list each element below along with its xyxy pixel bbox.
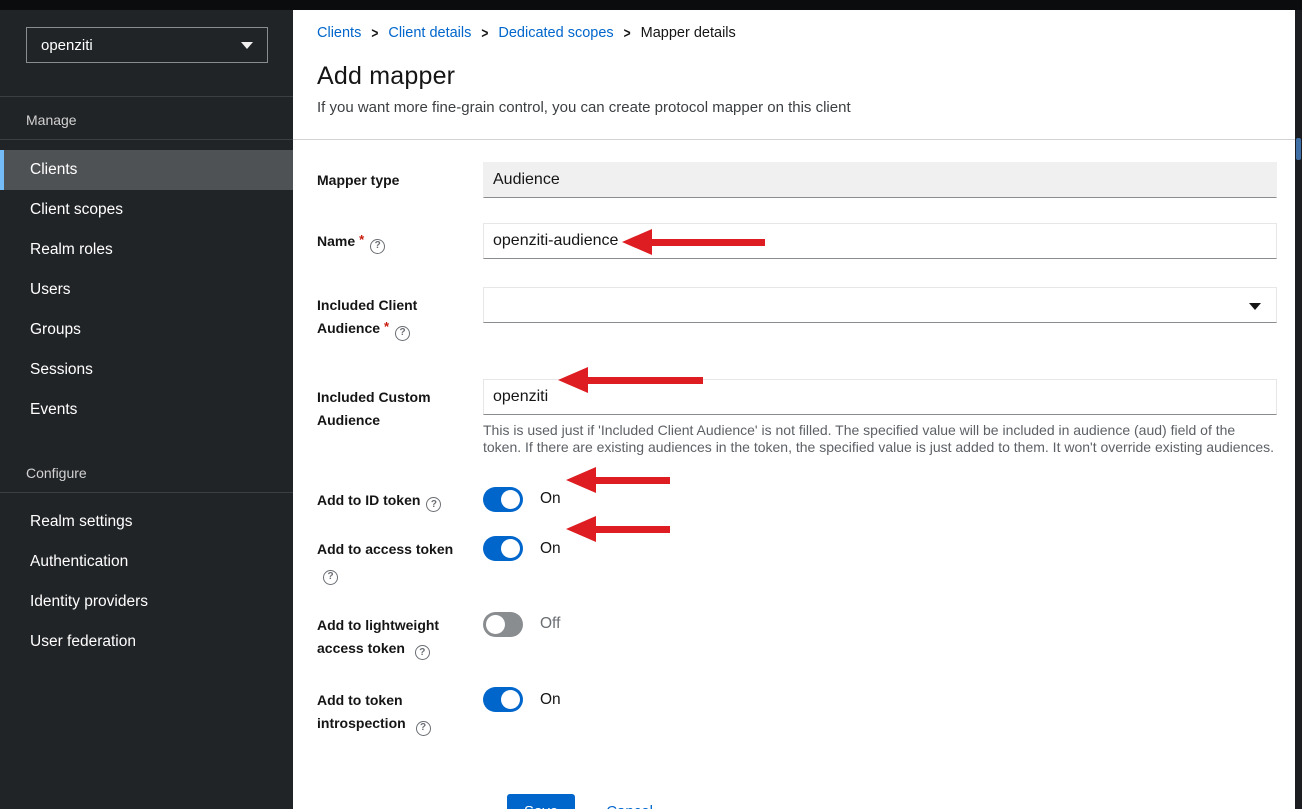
breadcrumb-separator-icon: >	[481, 24, 488, 42]
sidebar-item-events[interactable]: Events	[0, 390, 293, 430]
help-icon[interactable]: ?	[395, 326, 410, 341]
cancel-button[interactable]: Cancel	[606, 803, 653, 809]
included-custom-audience-label: Included Custom Audience	[317, 379, 483, 432]
toggle-knob	[501, 690, 520, 709]
toggle-state-text: On	[540, 540, 561, 558]
sidebar-item-authentication[interactable]: Authentication	[0, 542, 293, 582]
add-to-id-token-control: On	[483, 487, 1277, 512]
breadcrumb-current-mapper-details: Mapper details	[641, 25, 736, 41]
page-title: Add mapper	[317, 62, 1277, 91]
required-indicator: *	[359, 232, 364, 247]
toggle-knob	[486, 615, 505, 634]
add-to-token-introspection-control: On	[483, 687, 1277, 712]
toggle-knob	[501, 539, 520, 558]
nav-list-manage: Clients Client scopes Realm roles Users …	[0, 140, 293, 430]
sidebar-item-realm-roles[interactable]: Realm roles	[0, 230, 293, 270]
add-to-id-token-toggle[interactable]	[483, 487, 523, 512]
realm-selector-dropdown[interactable]: openziti	[26, 27, 268, 63]
breadcrumb-link-client-details[interactable]: Client details	[388, 25, 471, 41]
name-label: Name*?	[317, 223, 483, 254]
sidebar-item-realm-settings[interactable]: Realm settings	[0, 502, 293, 542]
realm-selector-block: openziti	[0, 10, 293, 97]
add-to-token-introspection-label: Add to token introspection ?	[317, 687, 483, 736]
sidebar-item-groups[interactable]: Groups	[0, 310, 293, 350]
form-actions: Save Cancel	[317, 794, 1277, 809]
breadcrumb-link-clients[interactable]: Clients	[317, 25, 361, 41]
form-row-name: Name*?	[317, 223, 1277, 259]
help-icon[interactable]: ?	[323, 570, 338, 585]
mapper-type-field	[483, 162, 1277, 198]
included-custom-audience-field-group: This is used just if 'Included Client Au…	[483, 379, 1277, 457]
breadcrumb-link-dedicated-scopes[interactable]: Dedicated scopes	[498, 25, 613, 41]
toggle-state-text: Off	[540, 615, 560, 633]
help-icon[interactable]: ?	[415, 645, 430, 660]
add-mapper-form: Mapper type Name*? Included Client Audie…	[293, 162, 1295, 809]
required-indicator: *	[384, 319, 389, 334]
main-content: Clients > Client details > Dedicated sco…	[293, 10, 1295, 809]
sidebar-item-sessions[interactable]: Sessions	[0, 350, 293, 390]
nav-section-title-manage: Manage	[0, 97, 293, 140]
save-button[interactable]: Save	[507, 794, 575, 809]
sidebar-item-clients[interactable]: Clients	[0, 150, 293, 190]
sidebar-item-user-federation[interactable]: User federation	[0, 622, 293, 662]
add-to-token-introspection-toggle[interactable]	[483, 687, 523, 712]
form-row-included-custom-audience: Included Custom Audience This is used ju…	[317, 379, 1277, 457]
page-subtitle: If you want more fine-grain control, you…	[317, 99, 1277, 116]
chevron-down-icon	[1249, 303, 1261, 310]
add-to-access-token-control: On	[483, 536, 1277, 561]
sidebar: openziti Manage Clients Client scopes Re…	[0, 10, 293, 809]
sidebar-item-client-scopes[interactable]: Client scopes	[0, 190, 293, 230]
page-header: Clients > Client details > Dedicated sco…	[293, 10, 1295, 140]
toggle-state-text: On	[540, 691, 561, 709]
help-icon[interactable]: ?	[426, 497, 441, 512]
add-to-lightweight-access-token-toggle[interactable]	[483, 612, 523, 637]
toggle-knob	[501, 490, 520, 509]
add-to-id-token-label: Add to ID token?	[317, 487, 483, 513]
breadcrumb: Clients > Client details > Dedicated sco…	[317, 25, 1277, 41]
included-client-audience-select[interactable]	[483, 287, 1277, 323]
realm-name: openziti	[41, 37, 93, 54]
scrollbar-thumb[interactable]	[1296, 138, 1301, 160]
form-row-included-client-audience: Included Client Audience*?	[317, 287, 1277, 341]
form-row-add-to-id-token: Add to ID token? On	[317, 487, 1277, 513]
add-to-access-token-toggle[interactable]	[483, 536, 523, 561]
included-custom-audience-help-text: This is used just if 'Included Client Au…	[483, 422, 1277, 457]
form-row-add-to-access-token: Add to access token ? On	[317, 536, 1277, 585]
add-to-access-token-label: Add to access token ?	[317, 536, 483, 585]
nav-section-title-configure: Configure	[0, 430, 293, 493]
sidebar-item-users[interactable]: Users	[0, 270, 293, 310]
included-custom-audience-field[interactable]	[483, 379, 1277, 415]
breadcrumb-separator-icon: >	[371, 24, 378, 42]
help-icon[interactable]: ?	[370, 239, 385, 254]
mapper-type-label: Mapper type	[317, 162, 483, 190]
toggle-state-text: On	[540, 490, 561, 508]
add-to-lightweight-access-token-label: Add to lightweight access token ?	[317, 612, 483, 661]
name-field[interactable]	[483, 223, 1277, 259]
form-row-mapper-type: Mapper type	[317, 162, 1277, 198]
add-to-lightweight-access-token-control: Off	[483, 612, 1277, 637]
masthead-bar	[0, 0, 1302, 10]
nav-list-configure: Realm settings Authentication Identity p…	[0, 493, 293, 662]
included-client-audience-label: Included Client Audience*?	[317, 287, 483, 341]
form-row-add-to-lightweight-access-token: Add to lightweight access token ? Off	[317, 612, 1277, 661]
help-icon[interactable]: ?	[416, 721, 431, 736]
form-row-add-to-token-introspection: Add to token introspection ? On	[317, 687, 1277, 736]
chevron-down-icon	[241, 42, 253, 49]
breadcrumb-separator-icon: >	[624, 24, 631, 42]
vertical-scrollbar[interactable]	[1295, 10, 1302, 809]
sidebar-item-identity-providers[interactable]: Identity providers	[0, 582, 293, 622]
